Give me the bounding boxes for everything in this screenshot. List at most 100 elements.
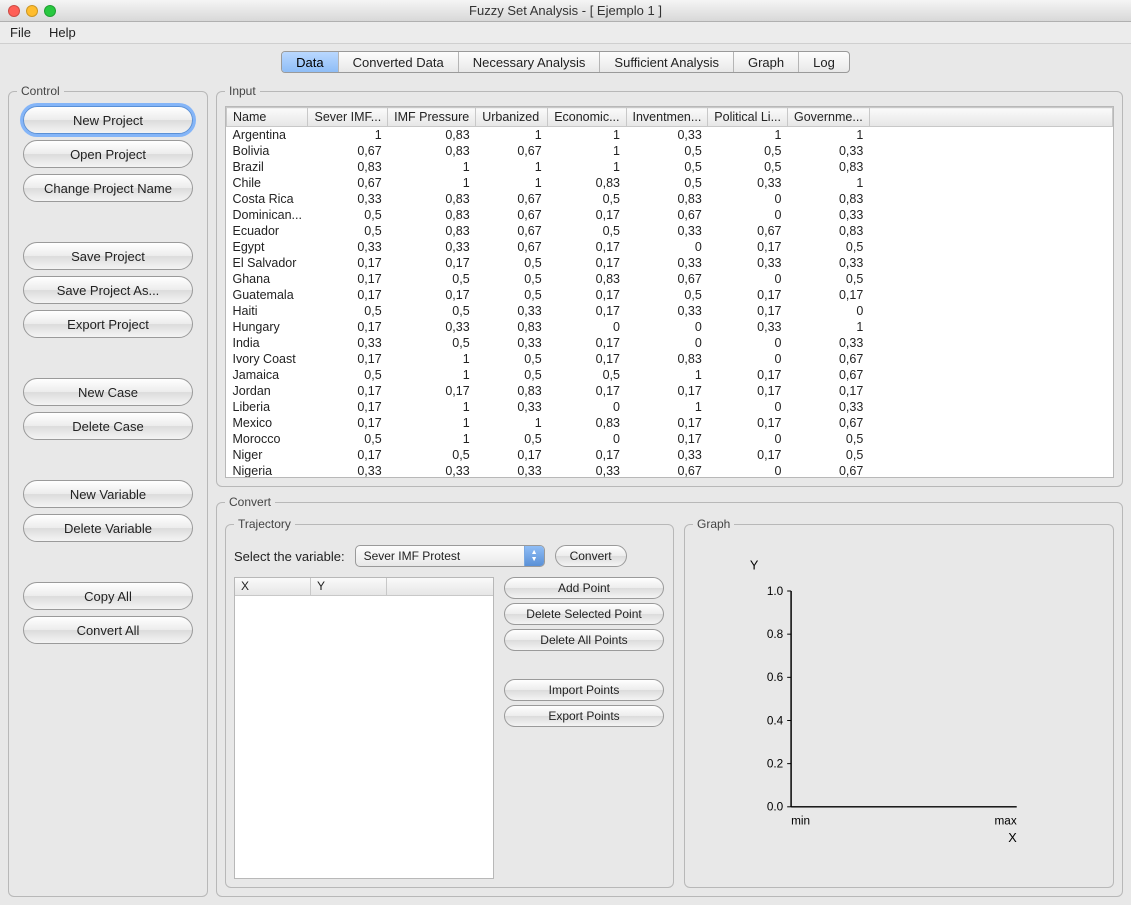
close-icon[interactable] (8, 5, 20, 17)
cell-value[interactable]: 0,83 (388, 207, 476, 223)
cell-value[interactable]: 0,33 (626, 223, 708, 239)
cell-value[interactable]: 0,17 (308, 271, 388, 287)
table-row[interactable]: Guatemala0,170,170,50,170,50,170,17 (227, 287, 1113, 303)
column-header[interactable]: Economic... (548, 108, 626, 127)
column-header[interactable]: Governme... (788, 108, 870, 127)
table-row[interactable]: Niger0,170,50,170,170,330,170,5 (227, 447, 1113, 463)
cell-value[interactable]: 1 (388, 159, 476, 175)
cell-value[interactable]: 0,5 (476, 351, 548, 367)
cell-value[interactable]: 1 (548, 127, 626, 143)
cell-value[interactable]: 0,5 (626, 287, 708, 303)
table-row[interactable]: Bolivia0,670,830,6710,50,50,33 (227, 143, 1113, 159)
cell-value[interactable]: 0,17 (308, 383, 388, 399)
cell-value[interactable]: 0,5 (308, 207, 388, 223)
cell-value[interactable]: 0,33 (788, 399, 870, 415)
cell-value[interactable]: 1 (388, 399, 476, 415)
cell-value[interactable]: 0,17 (708, 367, 788, 383)
table-row[interactable]: Jamaica0,510,50,510,170,67 (227, 367, 1113, 383)
cell-value[interactable]: 0,67 (308, 175, 388, 191)
cell-value[interactable]: 1 (388, 431, 476, 447)
cell-value[interactable]: 0,67 (626, 207, 708, 223)
table-row[interactable]: Chile0,67110,830,50,331 (227, 175, 1113, 191)
cell-value[interactable]: 0,83 (388, 127, 476, 143)
cell-value[interactable]: 0,17 (388, 383, 476, 399)
cell-name[interactable]: El Salvador (227, 255, 308, 271)
cell-name[interactable]: Haiti (227, 303, 308, 319)
tab-graph[interactable]: Graph (734, 52, 799, 72)
delete-case-button[interactable]: Delete Case (23, 412, 193, 440)
cell-name[interactable]: Morocco (227, 431, 308, 447)
cell-value[interactable]: 0,17 (308, 447, 388, 463)
new-variable-button[interactable]: New Variable (23, 480, 193, 508)
cell-value[interactable]: 0,33 (476, 463, 548, 479)
cell-value[interactable]: 0,17 (626, 383, 708, 399)
cell-value[interactable]: 0,17 (388, 287, 476, 303)
cell-value[interactable]: 0,5 (476, 367, 548, 383)
cell-value[interactable]: 1 (388, 367, 476, 383)
cell-name[interactable]: Egypt (227, 239, 308, 255)
cell-value[interactable]: 0,17 (548, 239, 626, 255)
export-project-button[interactable]: Export Project (23, 310, 193, 338)
cell-value[interactable]: 0,33 (308, 191, 388, 207)
cell-value[interactable]: 0,67 (476, 191, 548, 207)
data-table-scroll[interactable]: NameSever IMF...IMF PressureUrbanizedEco… (225, 106, 1114, 478)
cell-value[interactable]: 0,33 (476, 335, 548, 351)
cell-value[interactable]: 0,5 (708, 159, 788, 175)
cell-value[interactable]: 0,17 (788, 287, 870, 303)
cell-value[interactable]: 0,17 (708, 383, 788, 399)
cell-value[interactable]: 0,5 (308, 223, 388, 239)
menu-help[interactable]: Help (49, 25, 76, 40)
cell-value[interactable]: 0,33 (388, 239, 476, 255)
cell-value[interactable]: 0,5 (788, 431, 870, 447)
table-row[interactable]: Ivory Coast0,1710,50,170,8300,67 (227, 351, 1113, 367)
import-points-button[interactable]: Import Points (504, 679, 664, 701)
cell-value[interactable]: 0,67 (476, 239, 548, 255)
save-project-button[interactable]: Save Project (23, 242, 193, 270)
table-row[interactable]: Liberia0,1710,330100,33 (227, 399, 1113, 415)
table-row[interactable]: Haiti0,50,50,330,170,330,170 (227, 303, 1113, 319)
cell-value[interactable]: 0,83 (548, 175, 626, 191)
menu-file[interactable]: File (10, 25, 31, 40)
cell-value[interactable]: 0,67 (476, 143, 548, 159)
column-header[interactable]: Sever IMF... (308, 108, 388, 127)
cell-value[interactable]: 0,5 (626, 175, 708, 191)
convert-button[interactable]: Convert (555, 545, 627, 567)
cell-value[interactable]: 0 (708, 335, 788, 351)
cell-value[interactable]: 0,33 (388, 319, 476, 335)
table-row[interactable]: Ghana0,170,50,50,830,6700,5 (227, 271, 1113, 287)
cell-value[interactable]: 0,5 (476, 431, 548, 447)
copy-all-button[interactable]: Copy All (23, 582, 193, 610)
tab-converted-data[interactable]: Converted Data (339, 52, 459, 72)
cell-value[interactable]: 1 (626, 367, 708, 383)
cell-value[interactable]: 0,5 (548, 191, 626, 207)
delete-all-points-button[interactable]: Delete All Points (504, 629, 664, 651)
cell-value[interactable]: 0,83 (626, 191, 708, 207)
cell-value[interactable]: 0,67 (626, 271, 708, 287)
cell-value[interactable]: 0 (708, 399, 788, 415)
cell-value[interactable]: 0 (626, 335, 708, 351)
cell-value[interactable]: 0,5 (476, 287, 548, 303)
save-project-as-button[interactable]: Save Project As... (23, 276, 193, 304)
cell-value[interactable]: 0,17 (626, 431, 708, 447)
cell-value[interactable]: 0,5 (548, 367, 626, 383)
cell-value[interactable]: 1 (388, 351, 476, 367)
xy-points-table[interactable]: X Y (234, 577, 494, 879)
cell-value[interactable]: 1 (788, 319, 870, 335)
zoom-icon[interactable] (44, 5, 56, 17)
cell-value[interactable]: 0,5 (388, 335, 476, 351)
table-row[interactable]: Costa Rica0,330,830,670,50,8300,83 (227, 191, 1113, 207)
cell-value[interactable]: 0,67 (788, 367, 870, 383)
cell-value[interactable]: 1 (308, 127, 388, 143)
cell-value[interactable]: 1 (476, 415, 548, 431)
cell-value[interactable]: 0,17 (788, 383, 870, 399)
cell-value[interactable]: 0,5 (626, 143, 708, 159)
cell-value[interactable]: 0,17 (548, 255, 626, 271)
cell-value[interactable]: 0,17 (308, 287, 388, 303)
tab-log[interactable]: Log (799, 52, 849, 72)
cell-value[interactable]: 0,5 (388, 303, 476, 319)
cell-value[interactable]: 1 (476, 127, 548, 143)
cell-name[interactable]: Mexico (227, 415, 308, 431)
cell-value[interactable]: 0 (548, 319, 626, 335)
cell-value[interactable]: 0,17 (476, 447, 548, 463)
cell-name[interactable]: Ghana (227, 271, 308, 287)
